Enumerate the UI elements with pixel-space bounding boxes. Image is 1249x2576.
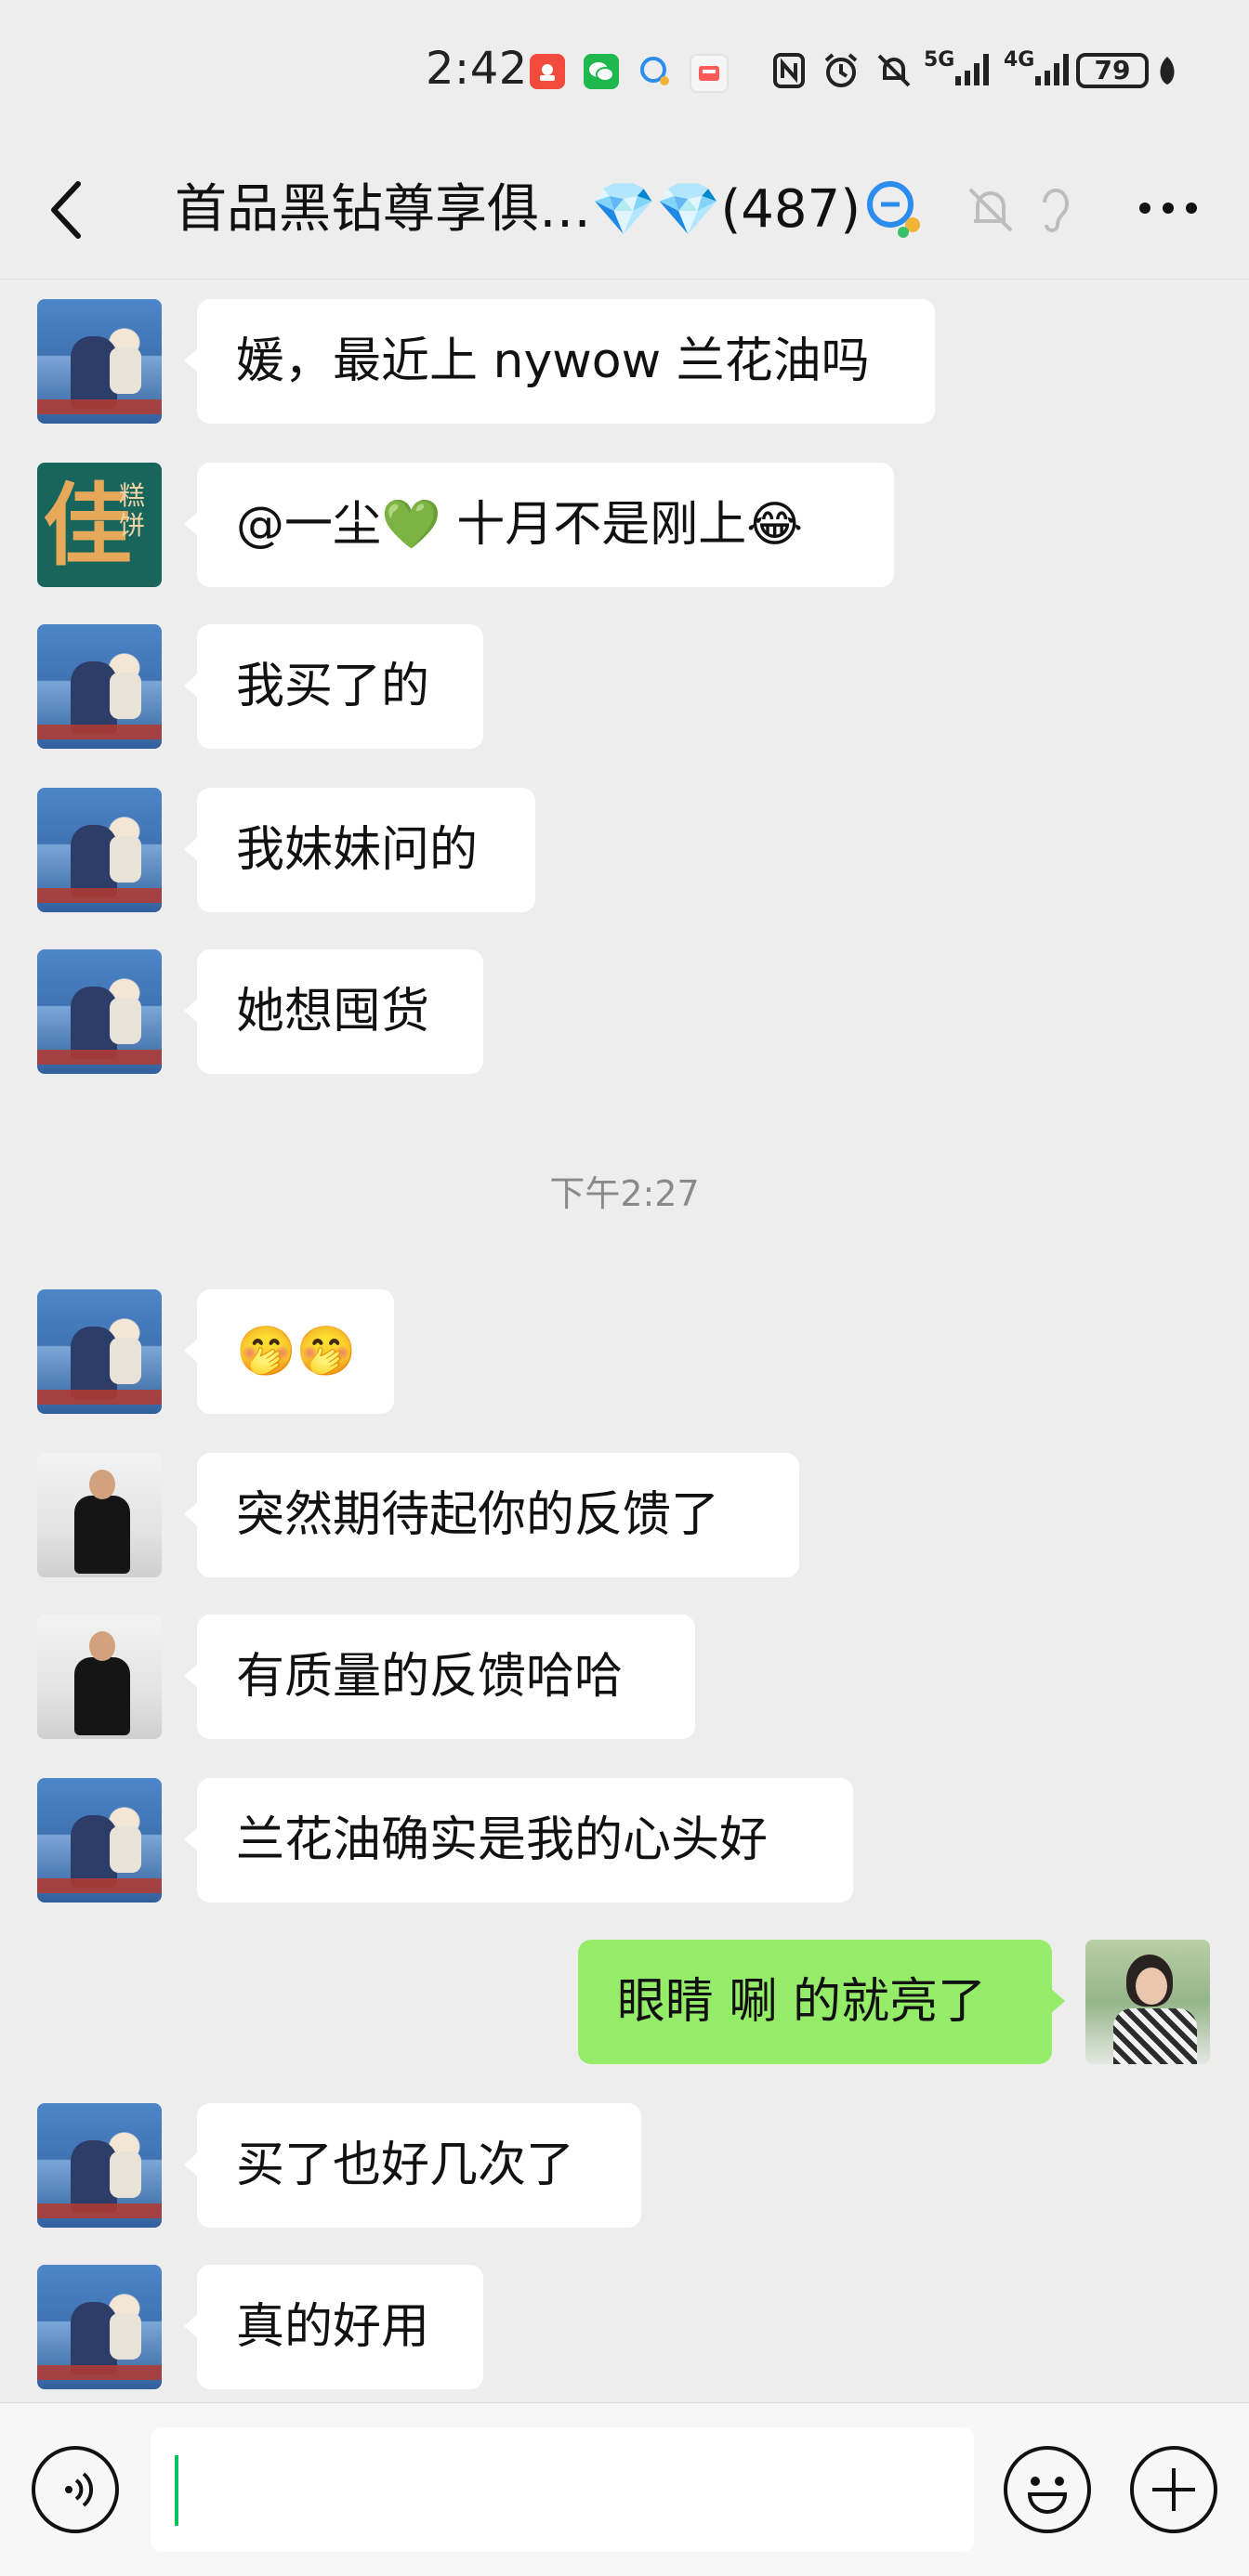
avatar[interactable] [37, 1289, 162, 1414]
avatar[interactable] [37, 1615, 162, 1739]
avatar[interactable] [37, 1453, 162, 1577]
more-dots-icon [1139, 203, 1197, 214]
chat-title[interactable]: 首品黑钻尊享俱…💎💎(487) [175, 173, 861, 247]
input-bar [0, 2402, 1249, 2576]
notification-app-icon [530, 54, 565, 89]
self-message-bubble[interactable]: 眼睛 唰 的就亮了 [578, 1940, 1065, 2064]
smiley-icon [1027, 2477, 1068, 2514]
chat-header: 首品黑钻尊享俱…💎💎(487) [0, 139, 1249, 280]
battery-indicator: 79 [1076, 53, 1149, 88]
status-time: 2:42 [426, 43, 528, 95]
message-bubble[interactable]: 真的好用 [184, 2265, 483, 2389]
message-bubble[interactable]: 兰花油确实是我的心头好 [184, 1778, 853, 1903]
avatar[interactable]: 佳 糕饼 [37, 463, 162, 587]
voice-icon [65, 2472, 94, 2507]
back-button[interactable] [37, 173, 102, 247]
laughing-emoji: 😂 [746, 497, 804, 553]
inbox-notification-icon [690, 54, 729, 93]
avatar[interactable] [37, 624, 162, 749]
signal-4g-icon: 4G [1004, 48, 1074, 93]
nfc-icon [769, 48, 809, 93]
chat-timestamp: 下午2:27 [549, 1173, 700, 1214]
message-bubble[interactable]: 突然期待起你的反馈了 [184, 1453, 799, 1577]
group-chat-icon[interactable] [861, 175, 927, 242]
signal-5g-icon: 5G [924, 48, 994, 93]
group-chat-notification-icon [638, 54, 673, 89]
chevron-left-icon [51, 181, 81, 239]
status-bar: 2:42 5G 4G 79 [0, 0, 1249, 139]
self-avatar[interactable] [1085, 1940, 1210, 2064]
bell-off-icon [957, 175, 1024, 242]
avatar[interactable] [37, 1778, 162, 1903]
message-bubble[interactable]: 🤭🤭 [184, 1289, 394, 1414]
emoji-button[interactable] [1004, 2446, 1091, 2533]
message-bubble[interactable]: 我妹妹问的 [184, 788, 535, 912]
message-bubble[interactable]: 我买了的 [184, 624, 483, 749]
text-caret [175, 2455, 178, 2526]
message-text: 十月不是刚上 [440, 497, 747, 553]
ear-icon [1020, 175, 1087, 242]
message-bubble[interactable]: 买了也好几次了 [184, 2103, 641, 2228]
message-bubble[interactable]: 她想囤货 [184, 949, 483, 1074]
message-input[interactable] [151, 2427, 974, 2552]
avatar[interactable] [37, 2265, 162, 2389]
plus-icon [1152, 2468, 1195, 2511]
avatar[interactable] [37, 299, 162, 424]
eco-leaf-icon [1156, 48, 1178, 93]
wechat-notification-icon [584, 54, 619, 89]
mention-text: @一尘 [236, 497, 382, 553]
more-functions-button[interactable] [1130, 2446, 1217, 2533]
message-bubble[interactable]: @一尘💚 十月不是刚上😂 [184, 463, 894, 587]
silent-mode-icon [874, 48, 914, 93]
more-button[interactable] [1126, 175, 1210, 242]
green-heart-emoji: 💚 [381, 497, 441, 553]
message-bubble[interactable]: 媛，最近上 nywow 兰花油吗 [184, 299, 935, 424]
message-bubble[interactable]: 有质量的反馈哈哈 [184, 1615, 695, 1739]
avatar[interactable] [37, 2103, 162, 2228]
alarm-icon [820, 48, 862, 93]
voice-button[interactable] [32, 2446, 119, 2533]
avatar[interactable] [37, 788, 162, 912]
avatar[interactable] [37, 949, 162, 1074]
